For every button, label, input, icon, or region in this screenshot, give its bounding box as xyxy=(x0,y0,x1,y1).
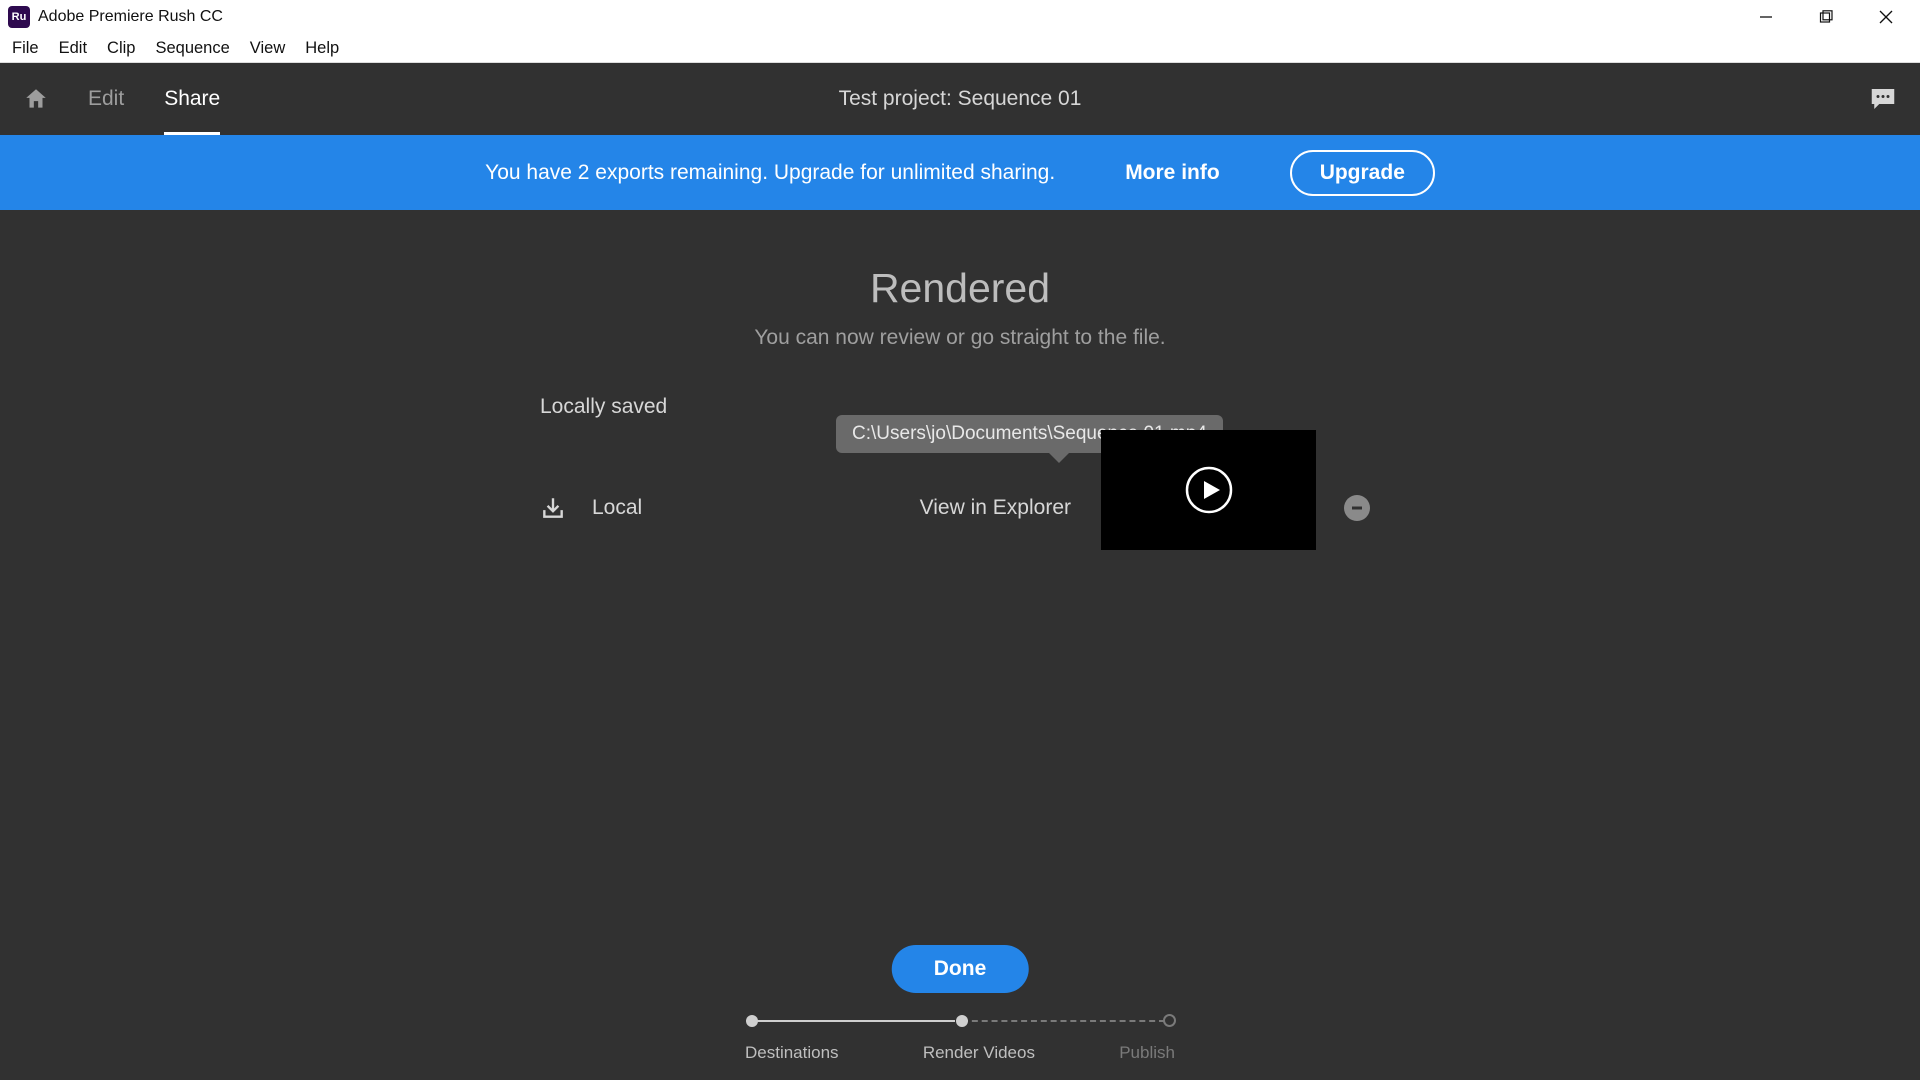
done-button[interactable]: Done xyxy=(892,945,1029,993)
local-label: Local xyxy=(592,496,642,520)
window-titlebar: Ru Adobe Premiere Rush CC xyxy=(0,0,1920,34)
step-label-publish: Publish xyxy=(1119,1043,1175,1063)
feedback-button[interactable] xyxy=(1868,84,1898,114)
menu-bar: File Edit Clip Sequence View Help xyxy=(0,34,1920,63)
stepper-segment-done xyxy=(752,1020,955,1022)
menu-file[interactable]: File xyxy=(2,39,49,58)
tab-edit[interactable]: Edit xyxy=(88,63,124,135)
local-export-row: Local View in Explorer xyxy=(540,465,1370,550)
progress-stepper: Destinations Render Videos Publish xyxy=(745,1015,1175,1063)
main-content: Rendered You can now review or go straig… xyxy=(0,210,1920,1080)
header-tabs: Edit Share xyxy=(88,63,220,135)
banner-message: You have 2 exports remaining. Upgrade fo… xyxy=(485,161,1055,185)
menu-sequence[interactable]: Sequence xyxy=(145,39,239,58)
tab-share[interactable]: Share xyxy=(164,63,220,135)
step-label-destinations: Destinations xyxy=(745,1043,839,1063)
menu-help[interactable]: Help xyxy=(295,39,349,58)
page-title: Rendered xyxy=(0,210,1920,312)
section-locally-saved: Locally saved xyxy=(540,395,667,419)
home-button[interactable] xyxy=(22,85,50,113)
play-icon xyxy=(1184,465,1234,515)
minimize-button[interactable] xyxy=(1736,0,1796,34)
upgrade-button[interactable]: Upgrade xyxy=(1290,150,1435,196)
maximize-button[interactable] xyxy=(1796,0,1856,34)
video-thumbnail[interactable] xyxy=(1101,430,1316,550)
stepper-dot-destinations xyxy=(746,1015,758,1027)
menu-clip[interactable]: Clip xyxy=(97,39,145,58)
project-title: Test project: Sequence 01 xyxy=(839,87,1082,111)
app-header: Edit Share Test project: Sequence 01 xyxy=(0,63,1920,135)
stepper-dot-publish xyxy=(1163,1014,1176,1027)
download-icon xyxy=(540,495,566,521)
stepper-dot-render xyxy=(956,1015,968,1027)
menu-view[interactable]: View xyxy=(240,39,295,58)
remove-export-button[interactable] xyxy=(1344,495,1370,521)
app-icon: Ru xyxy=(8,6,30,28)
upgrade-banner: You have 2 exports remaining. Upgrade fo… xyxy=(0,135,1920,210)
window-title: Adobe Premiere Rush CC xyxy=(38,8,223,26)
step-label-render: Render Videos xyxy=(923,1043,1035,1063)
view-in-explorer-link[interactable]: View in Explorer xyxy=(920,496,1071,520)
page-subtitle: You can now review or go straight to the… xyxy=(0,326,1920,350)
stepper-segment-pending xyxy=(962,1020,1165,1022)
menu-edit[interactable]: Edit xyxy=(49,39,97,58)
close-button[interactable] xyxy=(1856,0,1916,34)
more-info-link[interactable]: More info xyxy=(1125,161,1220,185)
